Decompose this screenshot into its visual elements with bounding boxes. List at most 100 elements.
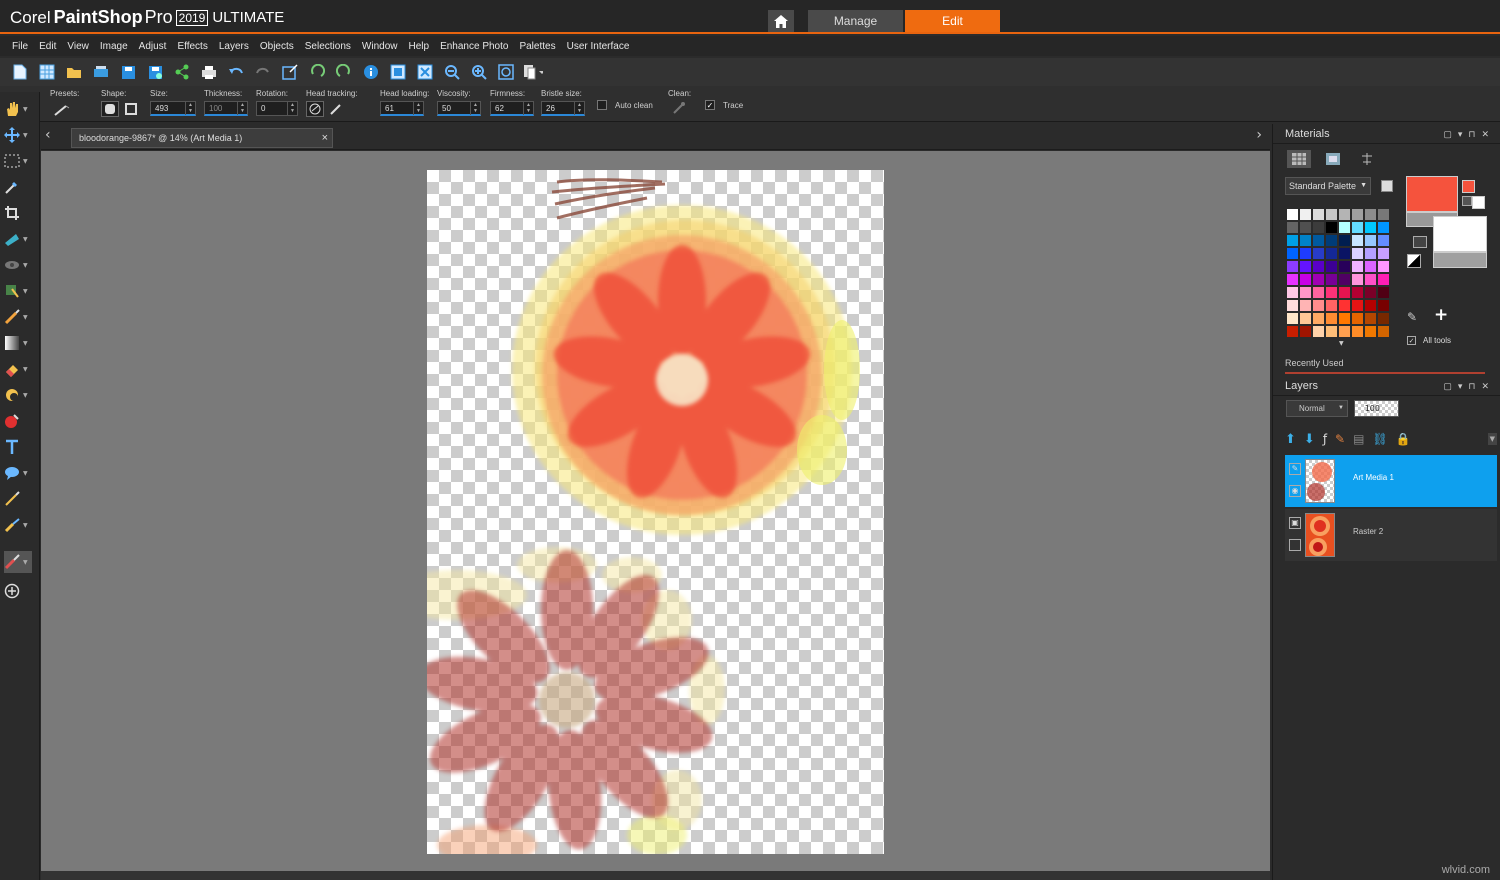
color-swatch[interactable] <box>1312 273 1325 286</box>
color-swatch[interactable] <box>1351 260 1364 273</box>
color-swatch[interactable] <box>1338 221 1351 234</box>
new-mask-layer-icon[interactable]: ✎ <box>1335 432 1345 446</box>
thickness-spin-arrows[interactable]: ▲▼ <box>237 102 247 115</box>
menu-effects[interactable]: Effects <box>177 41 207 52</box>
layer-row-raster[interactable]: ▣ Raster 2 <box>1285 509 1497 561</box>
color-swatch[interactable] <box>1338 247 1351 260</box>
color-swatch[interactable] <box>1299 299 1312 312</box>
color-swatch[interactable] <box>1351 312 1364 325</box>
palette-options-icon[interactable] <box>1381 180 1393 192</box>
new-adjustment-layer-icon[interactable]: ƒ <box>1323 432 1327 446</box>
color-swatch[interactable] <box>1338 273 1351 286</box>
all-tools-checkbox[interactable]: ✓ <box>1407 336 1416 345</box>
color-swatch[interactable] <box>1364 312 1377 325</box>
zoom-in-icon[interactable] <box>469 62 489 82</box>
color-swatch[interactable] <box>1312 260 1325 273</box>
color-swatch[interactable] <box>1312 208 1325 221</box>
swap-colors-icon[interactable] <box>1462 196 1472 206</box>
selection-tool[interactable]: ▼ <box>4 150 32 172</box>
oil-brush-tool[interactable]: ▼ <box>4 551 32 573</box>
color-swatch[interactable] <box>1286 208 1299 221</box>
menu-user-interface[interactable]: User Interface <box>567 41 630 52</box>
color-swatch[interactable] <box>1299 234 1312 247</box>
firmness-input[interactable]: 62▲▼ <box>490 101 534 116</box>
opacity-field[interactable]: 100 <box>1354 400 1399 417</box>
color-swatch[interactable] <box>1338 299 1351 312</box>
new-file-icon[interactable] <box>10 62 30 82</box>
layer-visibility-box[interactable] <box>1289 539 1301 551</box>
info-icon[interactable] <box>361 62 381 82</box>
layer-visibility-eye-icon[interactable]: ◉ <box>1289 485 1301 497</box>
tab-scroll-right-icon[interactable]: › <box>1256 127 1262 143</box>
preset-shape-tool[interactable]: ▼ <box>4 462 32 484</box>
materials-window-controls[interactable]: ▢▾⊓✕ <box>1443 124 1495 144</box>
color-swatch[interactable] <box>1377 234 1390 247</box>
color-swatch[interactable] <box>1299 325 1312 338</box>
resize-icon[interactable] <box>280 62 300 82</box>
redo-icon[interactable] <box>253 62 273 82</box>
menu-layers[interactable]: Layers <box>219 41 249 52</box>
color-swatch[interactable] <box>1351 221 1364 234</box>
viscosity-spin-arrows[interactable]: ▲▼ <box>470 102 480 115</box>
add-icon[interactable]: + <box>1434 305 1448 325</box>
tab-scroll-left-icon[interactable]: ‹ <box>45 127 51 143</box>
document-tab[interactable]: bloodorange-9867* @ 14% (Art Media 1) × <box>71 128 333 148</box>
straighten-tool[interactable]: ▼ <box>4 228 32 250</box>
color-swatch[interactable] <box>1364 273 1377 286</box>
color-swatch[interactable] <box>1325 286 1338 299</box>
color-swatch[interactable] <box>1364 260 1377 273</box>
color-swatch[interactable] <box>1364 221 1377 234</box>
add-tool[interactable] <box>4 580 32 602</box>
new-raster-layer-icon[interactable]: ⬆ <box>1285 432 1296 447</box>
head-loading-input[interactable]: 61▲▼ <box>380 101 424 116</box>
color-swatch[interactable] <box>1377 247 1390 260</box>
color-swatch[interactable] <box>1312 247 1325 260</box>
small-fg-swatch[interactable] <box>1462 180 1475 193</box>
color-swatch[interactable] <box>1325 273 1338 286</box>
menu-enhance-photo[interactable]: Enhance Photo <box>440 41 508 52</box>
clone-tool[interactable]: ▼ <box>4 280 32 302</box>
size-input[interactable]: 493▲▼ <box>150 101 196 116</box>
home-button[interactable] <box>768 10 794 32</box>
color-swatch[interactable] <box>1312 312 1325 325</box>
transparent-toggle-icon[interactable] <box>1413 236 1427 248</box>
color-swatch[interactable] <box>1377 208 1390 221</box>
layer-edit-icon[interactable]: ✎ <box>1289 463 1301 475</box>
eraser-tool[interactable]: ▼ <box>4 358 32 380</box>
color-swatch[interactable] <box>1377 286 1390 299</box>
rotation-spin-arrows[interactable]: ▲▼ <box>287 102 297 115</box>
color-swatch[interactable] <box>1351 208 1364 221</box>
actual-size-icon[interactable] <box>415 62 435 82</box>
lock-layer-icon[interactable]: 🔒 <box>1396 432 1411 446</box>
menu-help[interactable]: Help <box>408 41 429 52</box>
color-swatch[interactable] <box>1377 312 1390 325</box>
new-from-template-icon[interactable] <box>37 62 57 82</box>
share-icon[interactable] <box>172 62 192 82</box>
close-tab-icon[interactable]: × <box>322 129 328 147</box>
text-tool[interactable] <box>4 436 32 458</box>
small-bg-swatch[interactable] <box>1472 196 1485 209</box>
swatch-scroll-icon[interactable]: ▼ <box>1339 340 1344 347</box>
menu-view[interactable]: View <box>67 41 89 52</box>
foreground-swatch[interactable] <box>1406 176 1458 212</box>
color-swatch[interactable] <box>1312 299 1325 312</box>
color-swatch[interactable] <box>1299 208 1312 221</box>
fit-window-icon[interactable] <box>388 62 408 82</box>
save-as-icon[interactable] <box>145 62 165 82</box>
size-spin-arrows[interactable]: ▲▼ <box>185 102 195 115</box>
color-swatch[interactable] <box>1351 234 1364 247</box>
bristle-size-input[interactable]: 26▲▼ <box>541 101 585 116</box>
color-swatch[interactable] <box>1299 221 1312 234</box>
color-swatch[interactable] <box>1286 299 1299 312</box>
dodge-tool[interactable]: ▼ <box>4 384 32 406</box>
color-swatch[interactable] <box>1338 208 1351 221</box>
color-swatch[interactable] <box>1312 221 1325 234</box>
color-swatch[interactable] <box>1351 273 1364 286</box>
color-swatch[interactable] <box>1351 325 1364 338</box>
color-swatch[interactable] <box>1325 234 1338 247</box>
color-swatch[interactable] <box>1338 286 1351 299</box>
menu-window[interactable]: Window <box>362 41 398 52</box>
shape-round-button[interactable] <box>101 101 119 117</box>
color-swatch[interactable] <box>1364 208 1377 221</box>
color-swatch[interactable] <box>1312 325 1325 338</box>
